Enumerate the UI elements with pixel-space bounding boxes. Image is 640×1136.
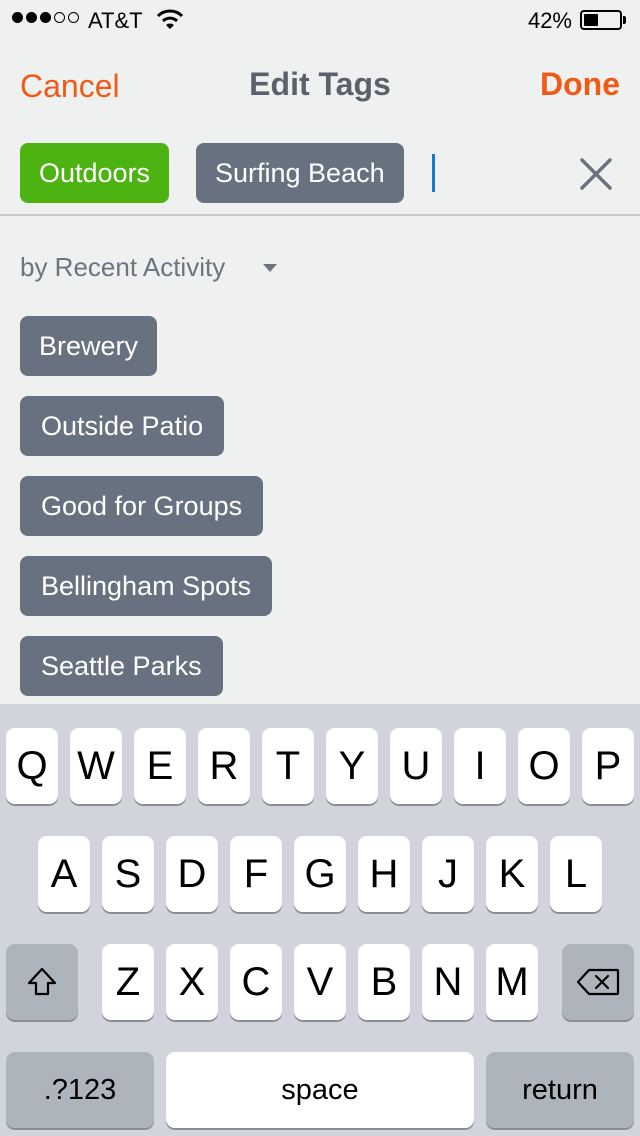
key-a[interactable]: A <box>38 836 90 912</box>
space-key[interactable]: space <box>166 1052 474 1128</box>
key-w[interactable]: W <box>70 728 122 804</box>
tag-good-for-groups[interactable]: Good for Groups <box>20 476 264 536</box>
chevron-down-icon[interactable] <box>263 264 277 272</box>
selected-tag-surfing-beach[interactable]: Surfing Beach <box>196 143 404 203</box>
tag-outside-patio[interactable]: Outside Patio <box>20 396 225 456</box>
sort-dropdown[interactable]: by Recent Activity <box>20 252 225 283</box>
key-s[interactable]: S <box>102 836 154 912</box>
key-v[interactable]: V <box>294 944 346 1020</box>
key-r[interactable]: R <box>198 728 250 804</box>
key-n[interactable]: N <box>422 944 474 1020</box>
key-z[interactable]: Z <box>102 944 154 1020</box>
numbers-key[interactable]: .?123 <box>6 1052 154 1128</box>
key-e[interactable]: E <box>134 728 186 804</box>
selected-tag-outdoors[interactable]: Outdoors <box>20 143 170 203</box>
tag-seattle-parks[interactable]: Seattle Parks <box>20 636 223 696</box>
key-g[interactable]: G <box>294 836 346 912</box>
key-i[interactable]: I <box>454 728 506 804</box>
key-d[interactable]: D <box>166 836 218 912</box>
return-key[interactable]: return <box>486 1052 634 1128</box>
key-h[interactable]: H <box>358 836 410 912</box>
backspace-icon <box>576 968 620 996</box>
battery-percentage: 42% <box>527 8 572 33</box>
key-l[interactable]: L <box>550 836 602 912</box>
key-m[interactable]: M <box>486 944 538 1020</box>
signal-dot <box>12 12 23 23</box>
tag-bellingham-spots[interactable]: Bellingham Spots <box>20 556 273 616</box>
signal-dot <box>68 12 79 23</box>
battery-icon <box>580 10 626 30</box>
signal-strength-icon <box>12 12 79 23</box>
clear-icon[interactable] <box>574 152 618 196</box>
text-cursor <box>432 154 435 192</box>
signal-dot <box>40 12 51 23</box>
key-k[interactable]: K <box>486 836 538 912</box>
signal-dot <box>26 12 37 23</box>
key-t[interactable]: T <box>262 728 314 804</box>
key-y[interactable]: Y <box>326 728 378 804</box>
delete-key[interactable] <box>562 944 634 1020</box>
status-bar: AT&T 42% <box>0 0 640 40</box>
wifi-icon <box>156 9 184 29</box>
signal-dot <box>54 12 65 23</box>
battery-level-fill <box>584 14 599 26</box>
key-p[interactable]: P <box>582 728 634 804</box>
shift-key[interactable] <box>6 944 78 1020</box>
key-c[interactable]: C <box>230 944 282 1020</box>
keyboard: Q W E R T Y U I O P A S D F G H J K L Z … <box>0 704 640 1136</box>
key-q[interactable]: Q <box>6 728 58 804</box>
done-button[interactable]: Done <box>540 66 620 103</box>
key-b[interactable]: B <box>358 944 410 1020</box>
key-o[interactable]: O <box>518 728 570 804</box>
tag-brewery[interactable]: Brewery <box>20 316 158 376</box>
key-f[interactable]: F <box>230 836 282 912</box>
key-x[interactable]: X <box>166 944 218 1020</box>
carrier-name: AT&T <box>88 8 143 33</box>
key-u[interactable]: U <box>390 728 442 804</box>
tag-input-field[interactable]: Outdoors Surfing Beach <box>0 130 640 216</box>
shift-icon <box>27 967 57 996</box>
cancel-button[interactable]: Cancel <box>20 68 120 105</box>
key-j[interactable]: J <box>422 836 474 912</box>
